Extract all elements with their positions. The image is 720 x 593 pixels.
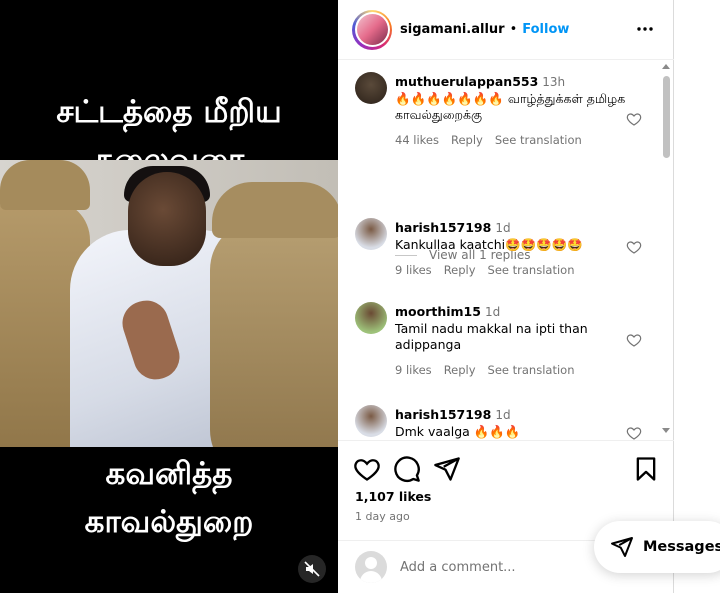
- comment-time: 1d: [484, 305, 501, 319]
- post-details-panel: sigamani.allur • Follow muthuerulappan55…: [338, 0, 674, 593]
- like-comment-heart-icon[interactable]: [626, 239, 642, 255]
- see-translation-button[interactable]: See translation: [488, 362, 575, 378]
- save-bookmark-icon[interactable]: [632, 455, 660, 483]
- author-username[interactable]: sigamani.allur: [400, 22, 505, 37]
- follow-button[interactable]: Follow: [522, 22, 569, 37]
- see-translation-button[interactable]: See translation: [495, 132, 582, 148]
- comment-time: 1d: [495, 408, 511, 422]
- paper-plane-icon: [611, 537, 633, 557]
- like-heart-icon[interactable]: [353, 455, 381, 483]
- author-avatar[interactable]: [352, 9, 392, 50]
- like-comment-heart-icon[interactable]: [626, 332, 642, 348]
- commenter-avatar[interactable]: [355, 72, 387, 104]
- comment-bubble-icon[interactable]: [393, 455, 421, 483]
- scroll-down-arrow-icon[interactable]: [662, 428, 670, 433]
- add-comment-input[interactable]: [400, 559, 620, 575]
- caption-bottom-line2: காவல்துறை: [84, 504, 254, 540]
- header-separator: •: [509, 22, 518, 37]
- post-header: sigamani.allur • Follow: [338, 0, 674, 60]
- reply-button[interactable]: Reply: [444, 262, 476, 278]
- comment-text: Dmk vaalga 🔥🔥🔥: [395, 424, 521, 439]
- scroll-up-arrow-icon[interactable]: [662, 64, 670, 69]
- post-media[interactable]: சட்டத்தை மீறிய தலைவரை கவனித்த காவல்துறை: [0, 0, 338, 593]
- post-time-ago: 1 day ago: [355, 510, 410, 523]
- comment-username[interactable]: harish157198: [395, 407, 491, 422]
- comments-list[interactable]: muthuerulappan553 13h 🔥🔥🔥🔥🔥🔥🔥 வாழ்த்துக்க…: [338, 60, 674, 440]
- see-translation-button[interactable]: See translation: [488, 262, 575, 278]
- reply-button[interactable]: Reply: [451, 132, 483, 148]
- comment-likes[interactable]: 9 likes: [395, 262, 432, 278]
- comments-scrollbar[interactable]: [661, 62, 671, 440]
- commenter-avatar[interactable]: [355, 302, 387, 334]
- comment-likes[interactable]: 9 likes: [395, 362, 432, 378]
- police-officer-right: [210, 220, 338, 447]
- video-frame: [0, 160, 338, 447]
- media-caption-bottom: கவனித்த காவல்துறை: [0, 450, 338, 546]
- scrollbar-thumb[interactable]: [663, 76, 670, 158]
- commenter-avatar[interactable]: [355, 405, 387, 437]
- speaker-muted-icon: [304, 561, 320, 577]
- commenter-avatar[interactable]: [355, 218, 387, 250]
- comment-username[interactable]: muthuerulappan553: [395, 74, 538, 89]
- reply-button[interactable]: Reply: [444, 362, 476, 378]
- current-user-avatar: [355, 551, 387, 583]
- messages-label: Messages: [643, 539, 720, 555]
- like-comment-heart-icon[interactable]: [626, 111, 642, 127]
- like-comment-heart-icon[interactable]: [626, 425, 642, 440]
- messages-button[interactable]: Messages: [594, 521, 720, 573]
- comment-text: Tamil nadu makkal na ipti than adippanga: [395, 321, 588, 352]
- comment-username[interactable]: harish157198: [395, 220, 491, 235]
- caption-bottom-line1: கவனித்த: [105, 456, 233, 492]
- comment-text: 🔥🔥🔥🔥🔥🔥🔥 வாழ்த்துக்கள் தமிழக காவல்துறைக்க…: [395, 91, 626, 122]
- more-options-icon[interactable]: [634, 18, 656, 40]
- comment-username[interactable]: moorthim15: [395, 304, 481, 319]
- comment-time: 13h: [542, 75, 566, 89]
- comment-text: Kankullaa kaatchi🤩🤩🤩🤩🤩: [395, 237, 583, 252]
- caption-top-line1: சட்டத்தை மீறிய: [56, 94, 282, 130]
- comment-time: 1d: [495, 221, 511, 235]
- comment-likes[interactable]: 44 likes: [395, 132, 439, 148]
- post-likes-count[interactable]: 1,107 likes: [355, 489, 431, 504]
- mute-button[interactable]: [298, 555, 326, 583]
- share-paper-plane-icon[interactable]: [433, 455, 461, 483]
